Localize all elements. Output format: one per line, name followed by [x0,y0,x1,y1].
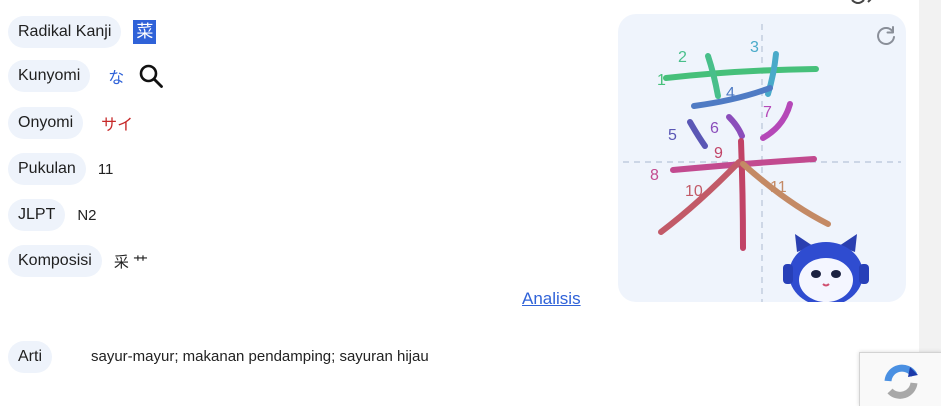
strokes-value: 11 [97,160,114,178]
radical-label: Radikal Kanji [8,16,122,48]
scrollbar[interactable] [919,0,941,405]
composition-label: Komposisi [8,245,102,277]
robot-mascot-icon[interactable] [783,232,873,302]
stroke-number-8: 8 [650,167,659,184]
stroke-number-2: 2 [678,49,687,66]
onyomi-value[interactable]: サイ [101,111,133,135]
stroke-number-6: 6 [710,120,719,137]
stroke-number-10: 10 [685,183,703,200]
strokes-row: Pukulan 11 [8,153,113,185]
meaning-label: Arti [8,341,52,373]
kunyomi-row: Kunyomi な [8,60,164,92]
radical-row: Radikal Kanji 菜 [8,16,157,48]
jlpt-row: JLPT N2 [8,199,97,231]
recaptcha-badge[interactable] [859,352,941,406]
stroke-1 [663,66,819,81]
partial-icon [851,0,872,4]
composition-row: Komposisi 采 艹 [8,245,148,277]
composition-value[interactable]: 采 艹 [114,251,148,272]
stroke-number-3: 3 [750,39,759,56]
onyomi-label: Onyomi [8,107,84,139]
stroke-number-7: 7 [763,104,772,121]
stroke-number-1: 1 [657,72,666,89]
stroke-number-11: 11 [770,179,787,196]
kunyomi-label: Kunyomi [8,60,91,92]
stroke-9 [738,138,746,251]
stroke-5 [687,119,708,149]
stroke-number-5: 5 [668,127,677,144]
kunyomi-value[interactable]: な [108,64,124,88]
meaning-row: Arti [8,341,52,373]
stroke-6 [726,114,745,139]
stroke-number-9: 9 [714,145,723,162]
analysis-link[interactable]: Analisis [522,289,581,309]
meaning-value: sayur-mayur; makanan pendamping; sayuran… [91,348,429,365]
stroke-order-panel: 1 2 3 4 5 6 7 8 9 10 11 [618,14,906,302]
radical-value[interactable]: 菜 [133,20,157,44]
jlpt-value: N2 [77,206,97,224]
recaptcha-icon [884,364,918,399]
jlpt-label: JLPT [8,199,66,231]
search-icon[interactable] [138,63,164,89]
refresh-icon[interactable] [874,24,898,48]
onyomi-row: Onyomi サイ [8,107,133,139]
stroke-number-4: 4 [726,85,735,102]
strokes-label: Pukulan [8,153,86,185]
